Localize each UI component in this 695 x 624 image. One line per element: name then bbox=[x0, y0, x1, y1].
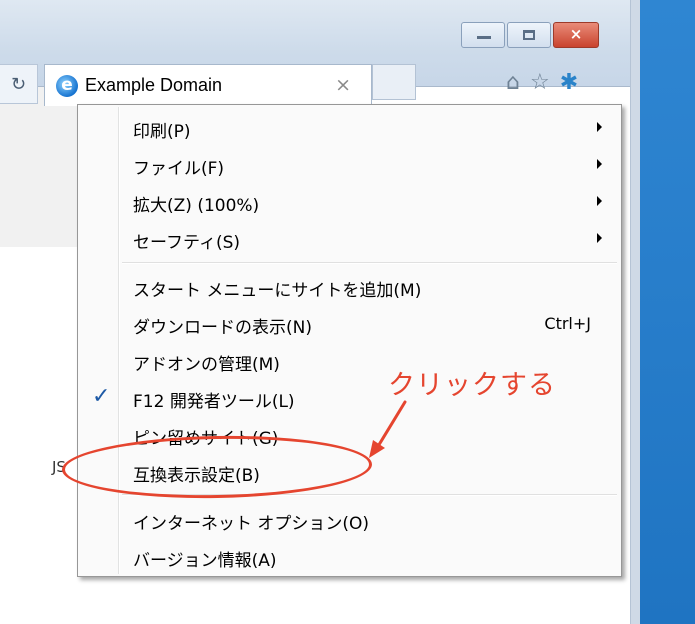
menu-item-view-downloads[interactable]: ダウンロードの表示(N) Ctrl+J bbox=[78, 305, 621, 342]
menu-item-label: F12 開発者ツール(L) bbox=[133, 392, 295, 412]
refresh-icon: ↻ bbox=[10, 74, 27, 95]
minimize-icon bbox=[477, 36, 491, 39]
menu-item-label: スタート メニューにサイトを追加(M) bbox=[133, 281, 422, 301]
menu-item-print[interactable]: 印刷(P) bbox=[78, 109, 621, 146]
annotation-text: クリックする bbox=[388, 370, 556, 401]
menu-item-safety[interactable]: セーフティ(S) bbox=[78, 220, 621, 257]
desktop-background bbox=[640, 0, 695, 624]
command-icons: ⌂ ☆ ✱ bbox=[506, 70, 578, 95]
maximize-icon bbox=[523, 30, 535, 40]
close-icon: × bbox=[569, 25, 583, 43]
menu-item-label: アドオンの管理(M) bbox=[133, 355, 280, 375]
submenu-arrow-icon bbox=[597, 159, 602, 169]
submenu-arrow-icon bbox=[597, 122, 602, 132]
submenu-arrow-icon bbox=[597, 233, 602, 243]
home-icon[interactable]: ⌂ bbox=[506, 70, 520, 95]
menu-item-internet-options[interactable]: インターネット オプション(O) bbox=[78, 501, 621, 538]
tab-title: Example Domain bbox=[85, 75, 223, 95]
window-controls: × bbox=[461, 22, 599, 48]
menu-item-label: 拡大(Z) (100%) bbox=[133, 196, 260, 216]
tab-example-domain[interactable]: e Example Domain × bbox=[44, 64, 372, 106]
tools-menu: 印刷(P) ファイル(F) 拡大(Z) (100%) セーフティ(S) スタート… bbox=[77, 104, 622, 577]
menu-item-add-site-start-menu[interactable]: スタート メニューにサイトを追加(M) bbox=[78, 268, 621, 305]
menu-item-zoom[interactable]: 拡大(Z) (100%) bbox=[78, 183, 621, 220]
menu-item-label: 印刷(P) bbox=[133, 122, 191, 142]
ie-logo-icon: e bbox=[56, 75, 78, 97]
new-tab-button[interactable] bbox=[372, 64, 416, 100]
maximize-button[interactable] bbox=[507, 22, 551, 48]
annotation-arrow-icon bbox=[369, 400, 407, 458]
close-window-button[interactable]: × bbox=[553, 22, 599, 48]
menu-item-about[interactable]: バージョン情報(A) bbox=[78, 538, 621, 575]
page-gray-band bbox=[0, 87, 78, 247]
star-icon[interactable]: ☆ bbox=[530, 70, 550, 95]
menu-item-label: セーフティ(S) bbox=[133, 233, 241, 253]
menu-item-label: ファイル(F) bbox=[133, 159, 225, 179]
minimize-button[interactable] bbox=[461, 22, 505, 48]
tab-close-icon[interactable]: × bbox=[335, 74, 351, 96]
menu-item-label: バージョン情報(A) bbox=[133, 551, 277, 571]
tab-row: ↻ e Example Domain × ⌂ ☆ ✱ bbox=[0, 64, 630, 106]
gear-icon[interactable]: ✱ bbox=[560, 70, 578, 95]
menu-item-file[interactable]: ファイル(F) bbox=[78, 146, 621, 183]
refresh-button[interactable]: ↻ bbox=[0, 64, 38, 104]
menu-separator bbox=[122, 262, 617, 264]
menu-item-shortcut: Ctrl+J bbox=[544, 314, 591, 333]
submenu-arrow-icon bbox=[597, 196, 602, 206]
menu-item-label: ダウンロードの表示(N) bbox=[133, 318, 312, 338]
menu-item-label: インターネット オプション(O) bbox=[133, 514, 370, 534]
checkmark-icon: ✓ bbox=[92, 384, 111, 409]
